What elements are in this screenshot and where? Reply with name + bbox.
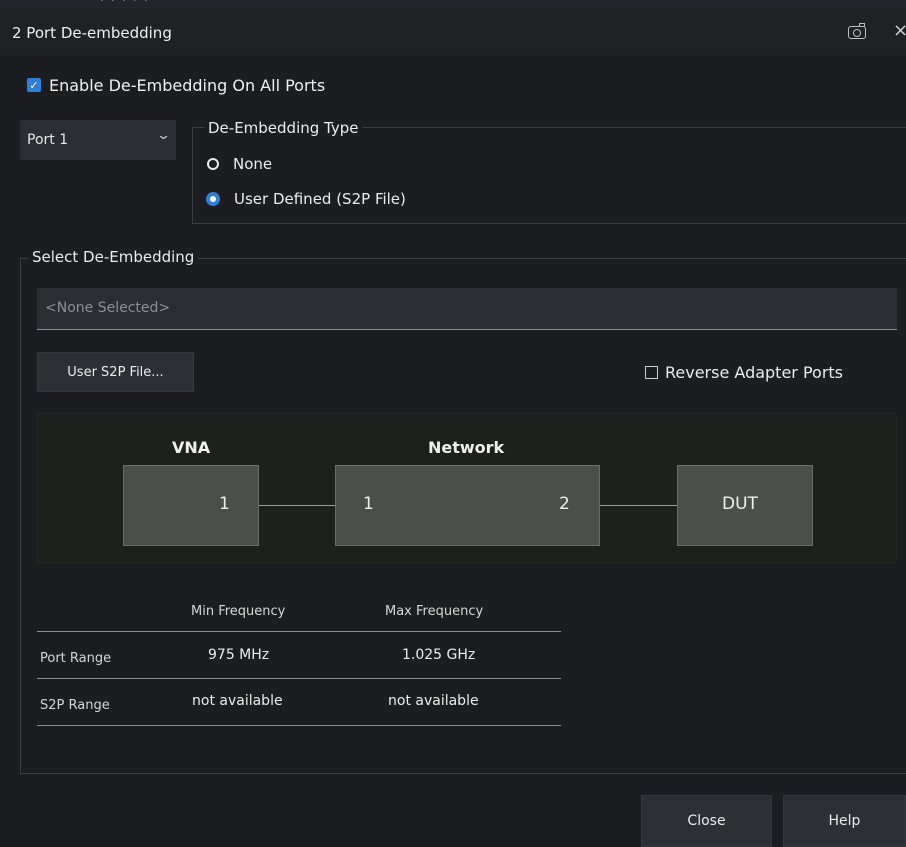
s2p-range-max: not available — [388, 693, 479, 709]
radio-user-defined-label: User Defined (S2P File) — [234, 190, 406, 208]
wire-network-dut — [600, 505, 677, 506]
enable-deembedding-label: Enable De-Embedding On All Ports — [49, 75, 326, 95]
network-port-in: 1 — [363, 494, 374, 514]
table-divider — [37, 631, 561, 632]
table-divider — [37, 678, 561, 679]
dut-block: DUT — [677, 465, 813, 546]
help-button[interactable]: Help — [783, 795, 906, 847]
close-icon[interactable]: × — [893, 20, 906, 41]
reverse-adapter-ports-label: Reverse Adapter Ports — [665, 363, 844, 382]
port-select[interactable]: Port 1 ⌄ — [20, 120, 176, 160]
port-range-max: 1.025 GHz — [402, 647, 476, 663]
radio-none[interactable] — [207, 158, 219, 170]
port-select-value: Port 1 — [27, 132, 69, 148]
radio-none-label: None — [233, 155, 273, 173]
enable-deembedding-checkbox[interactable]: ✓ — [27, 78, 41, 92]
row-label-s2p-range: S2P Range — [40, 698, 110, 713]
table-divider — [37, 725, 561, 726]
col-header-max-frequency: Max Frequency — [385, 604, 484, 619]
select-deembedding-legend: Select De-Embedding — [28, 248, 199, 266]
deembedding-diagram: VNA Network 1 1 2 DUT — [37, 413, 897, 563]
network-label: Network — [428, 438, 505, 457]
chevron-down-icon: ⌄ — [155, 128, 172, 143]
user-s2p-file-button[interactable]: User S2P File... — [37, 352, 194, 392]
s2p-range-min: not available — [192, 693, 283, 709]
checkmark-icon: ✓ — [29, 78, 39, 92]
port-range-min: 975 MHz — [208, 647, 270, 663]
enable-deembedding-row[interactable]: ✓ Enable De-Embedding On All Ports — [27, 75, 325, 95]
reverse-adapter-ports-checkbox[interactable] — [645, 366, 658, 379]
dialog-titlebar: 2 Port De-embedding × — [0, 9, 906, 55]
close-button[interactable]: Close — [641, 795, 772, 847]
radio-user-defined[interactable] — [206, 192, 220, 206]
deembedding-file-value: <None Selected> — [45, 300, 171, 316]
reverse-adapter-ports-row[interactable]: Reverse Adapter Ports — [645, 363, 843, 382]
network-block: 1 2 — [335, 465, 600, 546]
deembedding-file-field[interactable]: <None Selected> — [37, 288, 897, 330]
vna-label: VNA — [172, 438, 211, 457]
radio-none-row[interactable]: None — [207, 155, 272, 173]
vna-port-number: 1 — [219, 494, 230, 514]
dialog-title: 2 Port De-embedding — [12, 24, 172, 42]
network-port-out: 2 — [559, 494, 570, 514]
vna-block: 1 — [123, 465, 259, 546]
wire-vna-network — [259, 505, 335, 506]
col-header-min-frequency: Min Frequency — [191, 604, 286, 619]
row-label-port-range: Port Range — [40, 651, 112, 666]
deembedding-type-group — [192, 127, 906, 224]
radio-user-defined-row[interactable]: User Defined (S2P File) — [206, 190, 406, 208]
dut-label: DUT — [722, 494, 758, 514]
deembedding-type-legend: De-Embedding Type — [204, 119, 363, 137]
camera-icon[interactable] — [848, 23, 866, 39]
